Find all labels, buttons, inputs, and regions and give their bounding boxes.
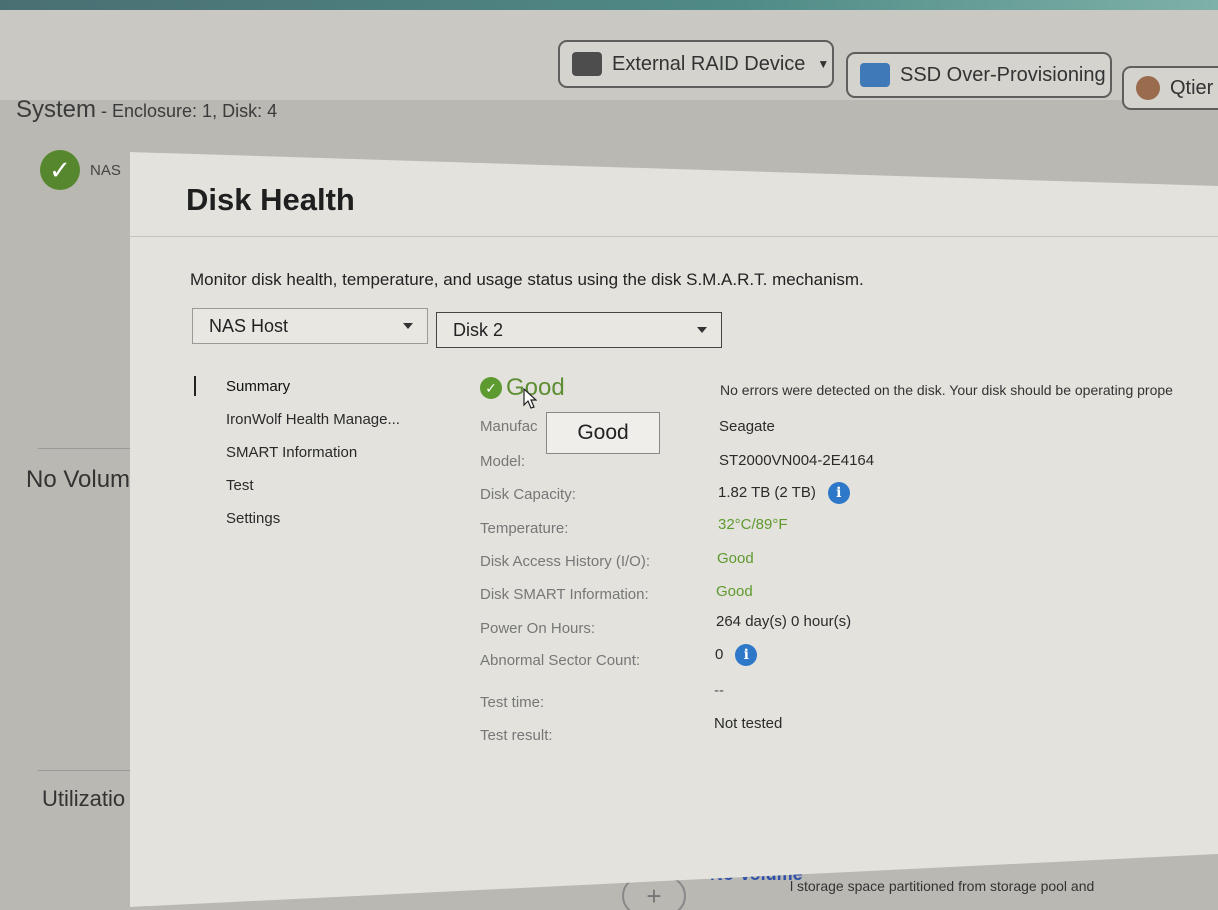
nas-label: NAS — [90, 161, 121, 179]
access-history-value: Good — [717, 550, 754, 567]
ssd-overprovisioning-button[interactable]: SSD Over-Provisioning ▼ — [846, 52, 1112, 98]
sidebar-item-summary[interactable]: Summary — [226, 378, 290, 395]
power-on-hours-label: Power On Hours: — [480, 620, 596, 637]
status-tooltip: Good — [546, 412, 660, 454]
test-time-value: -- — [714, 682, 724, 699]
disk-select-value: Disk 2 — [453, 319, 504, 340]
abnormal-sector-value: 0i — [715, 644, 758, 666]
nas-status: ✓ NAS — [40, 150, 121, 190]
system-heading: System - Enclosure: 1, Disk: 4 — [16, 96, 277, 124]
raid-device-icon — [572, 52, 602, 76]
temperature-value: 32°C/89°F — [718, 516, 788, 533]
manufacturer-label: Manufac — [480, 418, 538, 435]
test-result-value: Not tested — [714, 715, 783, 732]
ssd-overprovisioning-label: SSD Over-Provisioning — [900, 63, 1106, 86]
smart-info-label: Disk SMART Information: — [480, 586, 649, 603]
check-circle-icon: ✓ — [480, 377, 502, 399]
mouse-cursor-icon — [523, 388, 537, 409]
divider — [38, 448, 130, 449]
external-raid-label: External RAID Device — [612, 52, 806, 75]
capacity-text: 1.82 TB (2 TB) — [718, 483, 816, 501]
disk-health-dialog: Disk Health Monitor disk health, tempera… — [130, 152, 1218, 907]
chevron-down-icon: ▼ — [817, 57, 830, 71]
dialog-title: Disk Health — [186, 182, 355, 217]
status-message: No errors were detected on the disk. You… — [720, 382, 1173, 398]
divider — [38, 770, 130, 771]
sidebar-item-smart-information[interactable]: SMART Information — [226, 444, 357, 461]
volume-description: l storage space partitioned from storage… — [790, 878, 1095, 894]
model-label: Model: — [480, 453, 526, 470]
utilization-heading: Utilizatio — [42, 786, 126, 811]
top-accent-bar — [0, 0, 1218, 10]
disk-select[interactable]: Disk 2 — [436, 312, 722, 348]
plus-icon: + — [646, 880, 662, 910]
test-result-label: Test result: — [480, 727, 553, 744]
chevron-down-icon — [403, 323, 413, 329]
host-select-value: NAS Host — [209, 315, 289, 336]
smart-info-value: Good — [716, 583, 753, 600]
qtier-label: Qtier — [1170, 76, 1214, 99]
qtier-button[interactable]: Qtier — [1122, 66, 1218, 110]
temperature-label: Temperature: — [480, 520, 569, 537]
check-circle-icon: ✓ — [40, 150, 80, 190]
active-item-marker — [194, 376, 196, 396]
system-title: System — [16, 96, 97, 123]
access-history-label: Disk Access History (I/O): — [480, 553, 651, 570]
host-select[interactable]: NAS Host — [192, 308, 428, 344]
power-on-hours-value: 264 day(s) 0 hour(s) — [716, 613, 852, 630]
manufacturer-value: Seagate — [719, 418, 775, 435]
test-time-label: Test time: — [480, 694, 545, 711]
capacity-label: Disk Capacity: — [480, 486, 576, 503]
abnormal-sector-label: Abnormal Sector Count: — [480, 652, 641, 669]
model-value: ST2000VN004-2E4164 — [719, 452, 875, 469]
abnormal-sector-text: 0 — [715, 645, 724, 663]
sidebar-item-test[interactable]: Test — [226, 477, 254, 494]
ssd-icon — [860, 63, 890, 87]
sidebar-item-settings[interactable]: Settings — [226, 510, 280, 527]
qtier-icon — [1136, 76, 1160, 100]
capacity-value: 1.82 TB (2 TB) i — [718, 482, 850, 504]
no-volume-heading: No Volum — [26, 466, 131, 493]
sidebar-item-ironwolf-health[interactable]: IronWolf Health Manage... — [226, 411, 400, 428]
external-raid-button[interactable]: External RAID Device ▼ — [558, 40, 834, 88]
chevron-down-icon — [697, 327, 707, 333]
system-subtitle: - Enclosure: 1, Disk: 4 — [96, 101, 278, 121]
dialog-description: Monitor disk health, temperature, and us… — [190, 270, 864, 289]
header-divider — [130, 236, 1218, 237]
info-icon[interactable]: i — [827, 482, 850, 504]
info-icon[interactable]: i — [735, 644, 758, 666]
